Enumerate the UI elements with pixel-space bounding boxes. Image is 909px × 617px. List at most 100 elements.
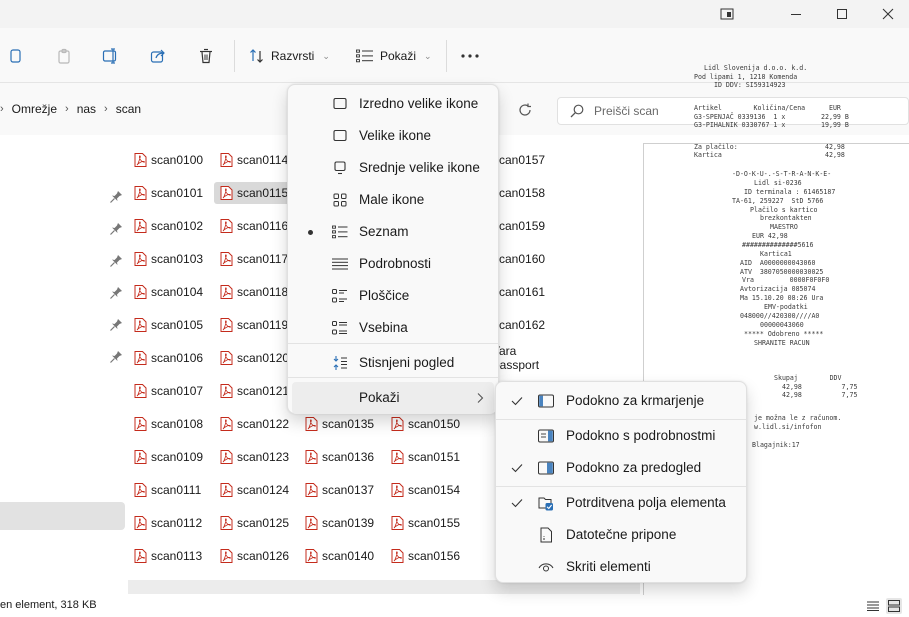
file-item[interactable]: scan0109 [128, 446, 212, 468]
view-menu-item[interactable]: Vsebina [292, 312, 494, 344]
file-item[interactable]: scan0104 [128, 281, 212, 303]
file-item[interactable]: scan0156 [385, 545, 469, 567]
file-item[interactable]: scan0111 [128, 479, 212, 501]
copy-icon[interactable] [2, 42, 30, 70]
file-item[interactable]: scan0105 [128, 314, 212, 336]
file-item[interactable]: scan0106 [128, 347, 212, 369]
pdf-file-icon [391, 483, 404, 497]
delete-icon[interactable] [192, 42, 220, 70]
file-item[interactable]: scan0103 [128, 248, 212, 270]
file-item[interactable]: scan0115 [214, 182, 298, 204]
show-menu-item[interactable]: Podokno za predogled [500, 452, 742, 484]
pdf-file-icon [305, 483, 318, 497]
thumbnails-view-toggle-icon[interactable] [886, 598, 902, 614]
pdf-file-icon [134, 153, 147, 167]
breadcrumb-item[interactable]: scan [116, 102, 141, 116]
file-item[interactable]: scan0121 [214, 380, 298, 402]
file-name: scan0108 [151, 417, 204, 431]
more-options-icon[interactable] [456, 42, 484, 70]
file-item[interactable]: scan0151 [385, 446, 469, 468]
file-item[interactable]: scan0108 [128, 413, 212, 435]
refresh-icon[interactable] [512, 97, 538, 123]
file-item[interactable]: scan0116 [214, 215, 298, 237]
show-menu-item-label: Podokno za predogled [566, 460, 702, 475]
file-item[interactable]: scan0135 [299, 413, 383, 435]
details-view-toggle-icon[interactable] [865, 598, 881, 614]
file-item[interactable]: scan0114 [214, 149, 298, 171]
view-button[interactable]: Pokaži ⌄ [356, 42, 432, 70]
pdf-file-icon [391, 516, 404, 530]
list-view-icon [356, 49, 373, 63]
view-menu-item[interactable]: Seznam [292, 216, 494, 248]
file-item[interactable]: scan0120 [214, 347, 298, 369]
pdf-file-icon [134, 384, 147, 398]
file-item[interactable]: scan0117 [214, 248, 298, 270]
file-item[interactable]: scan0112 [128, 512, 212, 534]
file-item[interactable]: scan0102 [128, 215, 212, 237]
maximize-button[interactable] [819, 0, 865, 28]
share-icon[interactable] [144, 42, 172, 70]
file-item[interactable]: scan0150 [385, 413, 469, 435]
show-menu-item[interactable]: Podokno za krmarjenje [500, 385, 742, 417]
pdf-file-icon [220, 549, 233, 563]
rename-icon[interactable] [97, 42, 125, 70]
pdf-file-icon [134, 516, 147, 530]
paste-icon[interactable] [50, 42, 78, 70]
view-menu-item[interactable]: Stisnjeni pogled [292, 347, 494, 379]
minimize-button[interactable] [773, 0, 819, 28]
view-menu-item[interactable]: Ploščice [292, 280, 494, 312]
show-menu-item[interactable]: Datotečne pripone [500, 519, 742, 551]
receipt-line: Vra 0000F0F0F0 [742, 276, 830, 284]
file-item[interactable]: scan0100 [128, 149, 212, 171]
view-menu-item[interactable]: Izredno velike ikone [292, 88, 494, 120]
pdf-file-icon [220, 318, 233, 332]
breadcrumb-item[interactable]: Omrežje [12, 102, 57, 116]
snap-icon[interactable] [704, 0, 750, 28]
show-menu-item[interactable]: Potrditvena polja elementa [500, 487, 742, 519]
file-item[interactable]: scan0154 [385, 479, 469, 501]
view-menu-item-label: Ploščice [359, 288, 410, 303]
file-item[interactable]: scan0125 [214, 512, 298, 534]
pin-icon [110, 223, 122, 235]
file-item[interactable]: scan0155 [385, 512, 469, 534]
sort-button[interactable]: Razvrsti ⌄ [249, 42, 330, 70]
breadcrumb-item[interactable]: nas [77, 102, 96, 116]
chevron-right-icon: › [0, 103, 4, 115]
view-menu-item[interactable]: Velike ikone [292, 120, 494, 152]
file-name: scan0135 [322, 417, 375, 431]
view-menu-item[interactable]: Podrobnosti [292, 248, 494, 280]
view-menu-item[interactable]: Srednje velike ikone [292, 152, 494, 184]
file-item[interactable]: scan0123 [214, 446, 298, 468]
nav-item-selected[interactable] [0, 502, 125, 530]
view-menu-item-label: Velike ikone [359, 128, 432, 143]
file-item[interactable]: scan0101 [128, 182, 212, 204]
view-menu-item[interactable]: Male ikone [292, 184, 494, 216]
pdf-file-icon [391, 549, 404, 563]
view-menu-item[interactable]: Pokaži [292, 382, 494, 414]
file-item[interactable]: scan0118 [214, 281, 298, 303]
file-item[interactable]: scan0136 [299, 446, 383, 468]
file-item[interactable]: scan0139 [299, 512, 383, 534]
file-name: scan0156 [408, 549, 461, 563]
file-item[interactable]: scan0107 [128, 380, 212, 402]
receipt-line: w.lidl.si/infofon [754, 423, 822, 431]
file-item[interactable]: scan0140 [299, 545, 383, 567]
file-name: scan0161 [493, 285, 546, 299]
file-name: scan0105 [151, 318, 204, 332]
pdf-file-icon [134, 351, 147, 365]
file-item[interactable]: scan0137 [299, 479, 383, 501]
file-item[interactable]: scan0119 [214, 314, 298, 336]
receipt-line: EUR 42,98 [752, 232, 788, 240]
show-menu-item-label: Skriti elementi [566, 559, 651, 574]
file-name: scan0158 [493, 186, 546, 200]
file-item[interactable]: scan0122 [214, 413, 298, 435]
show-menu-item[interactable]: Skriti elementi [500, 551, 742, 583]
show-menu-item[interactable]: Podokno s podrobnostmi [500, 420, 742, 452]
file-item[interactable]: scan0124 [214, 479, 298, 501]
file-item[interactable]: scan0126 [214, 545, 298, 567]
file-name: scan0137 [322, 483, 375, 497]
close-button[interactable] [865, 0, 909, 28]
file-item[interactable]: scan0113 [128, 545, 212, 567]
breadcrumb[interactable]: › Omrežje › nas › scan [0, 99, 141, 119]
chevron-right-icon [472, 390, 488, 406]
